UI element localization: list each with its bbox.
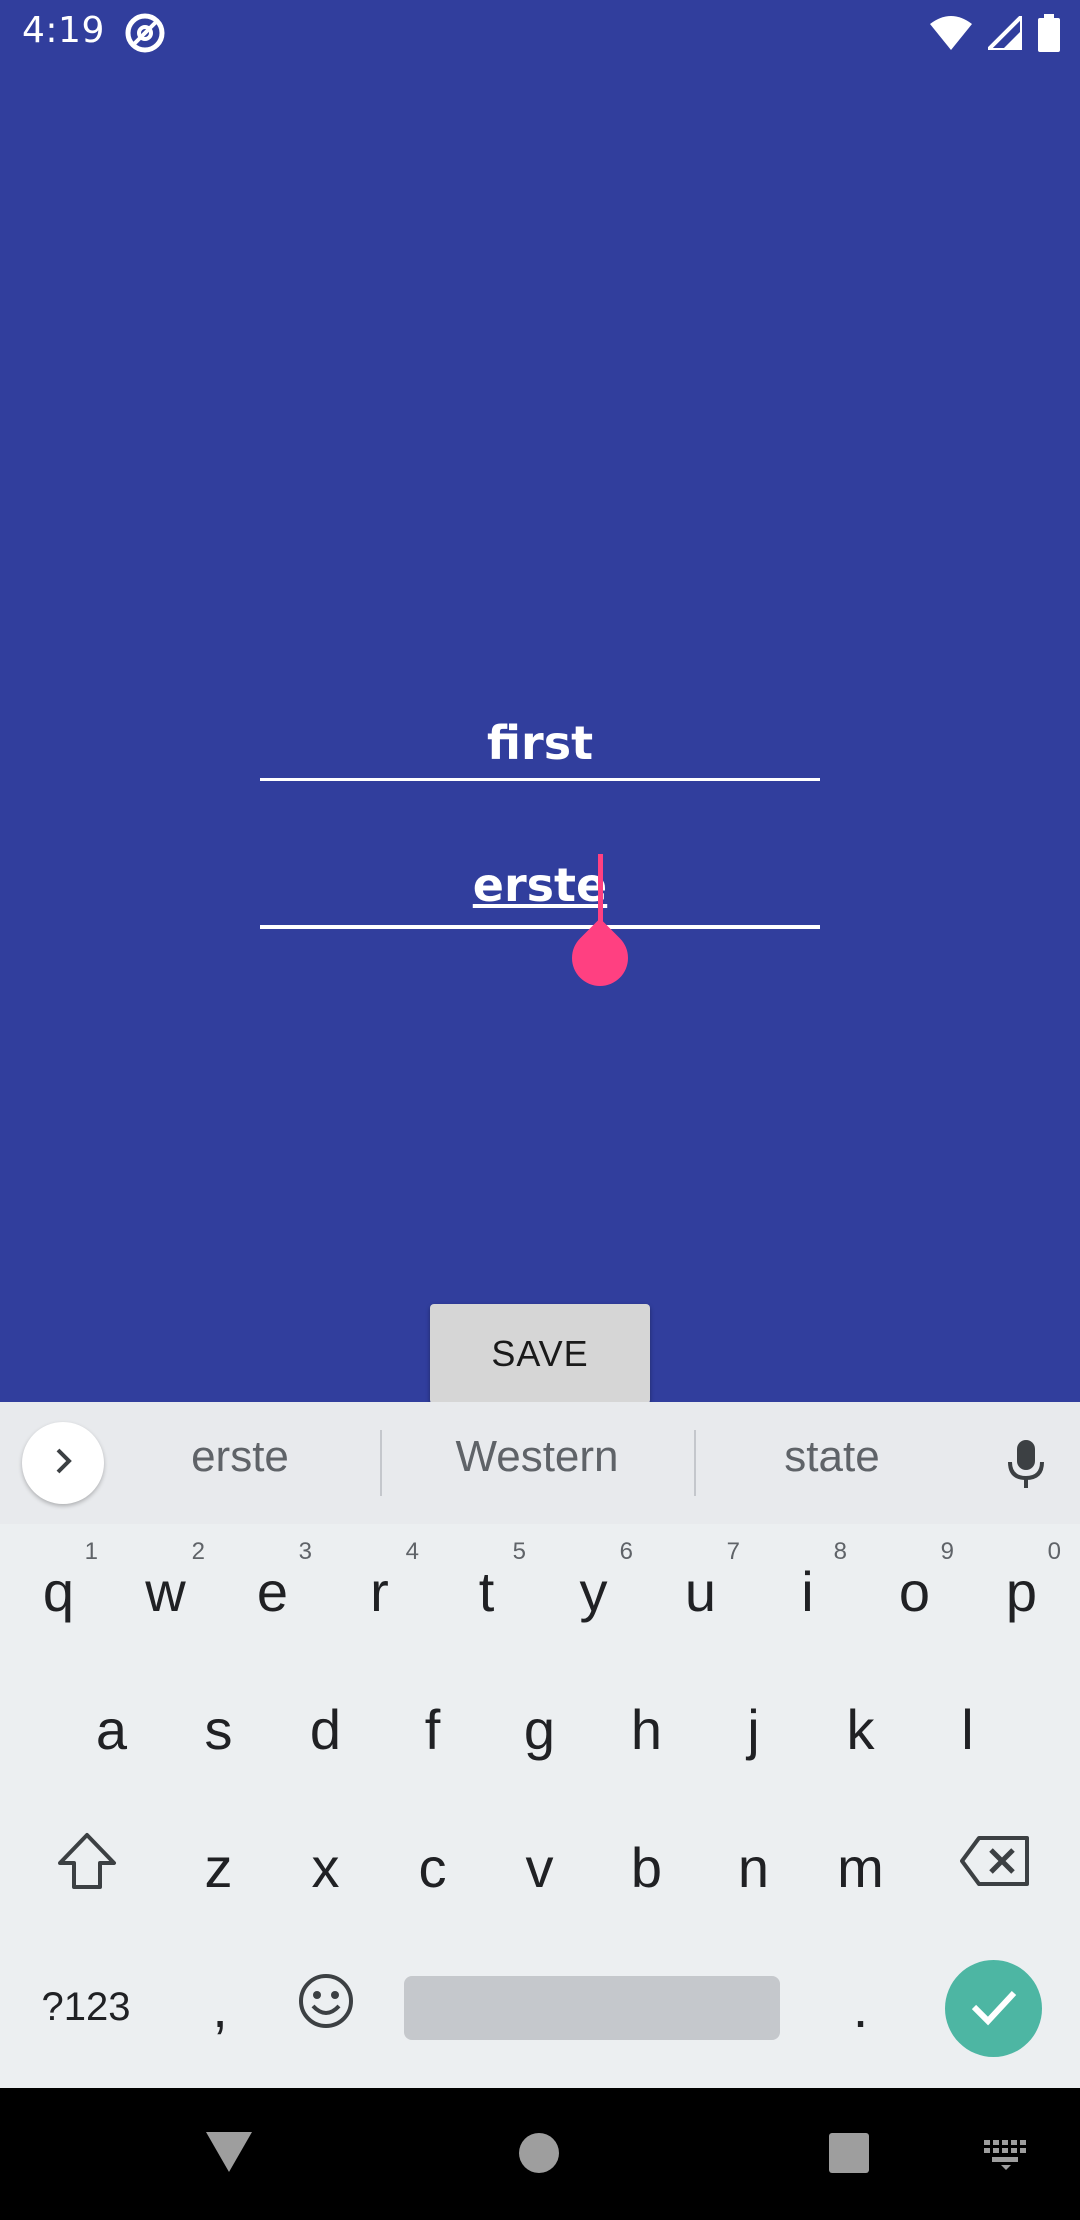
key-t[interactable]: t5 — [433, 1522, 540, 1660]
key-w[interactable]: w2 — [112, 1522, 219, 1660]
navigation-bar — [0, 2088, 1080, 2220]
key-x[interactable]: x — [272, 1798, 379, 1936]
home-icon[interactable] — [518, 2132, 560, 2178]
backspace-icon — [959, 1835, 1031, 1900]
key-r[interactable]: r4 — [326, 1522, 433, 1660]
cell-signal-icon — [983, 11, 1024, 54]
key-q[interactable]: q1 — [5, 1522, 112, 1660]
key-a[interactable]: a — [58, 1660, 165, 1798]
suggestion-strip: erste Western state — [0, 1402, 1080, 1524]
key-n[interactable]: n — [700, 1798, 807, 1936]
suggestion-divider — [380, 1430, 382, 1496]
key-p[interactable]: p0 — [968, 1522, 1075, 1660]
key-g[interactable]: g — [486, 1660, 593, 1798]
backspace-key[interactable] — [940, 1798, 1050, 1936]
key-b[interactable]: b — [593, 1798, 700, 1936]
translation-field[interactable]: erste — [260, 856, 820, 966]
key-h[interactable]: h — [593, 1660, 700, 1798]
key-v[interactable]: v — [486, 1798, 593, 1936]
key-j[interactable]: j — [700, 1660, 807, 1798]
suggestion-3[interactable]: state — [720, 1432, 944, 1482]
chevron-right-icon — [48, 1446, 78, 1480]
comma-key[interactable]: , — [166, 1938, 274, 2076]
key-o[interactable]: o9 — [861, 1522, 968, 1660]
period-key[interactable]: . — [807, 1938, 914, 2076]
key-u[interactable]: u7 — [647, 1522, 754, 1660]
key-i[interactable]: i8 — [754, 1522, 861, 1660]
emoji-key[interactable] — [272, 1938, 380, 2076]
key-f[interactable]: f — [379, 1660, 486, 1798]
key-y[interactable]: y6 — [540, 1522, 647, 1660]
key-z[interactable]: z — [165, 1798, 272, 1936]
shift-icon — [56, 1832, 118, 1903]
suggestion-divider — [694, 1430, 696, 1496]
first-field-underline — [260, 778, 820, 781]
checkmark-icon — [970, 1987, 1018, 2031]
symbols-key[interactable]: ?123 — [22, 1938, 150, 2076]
key-k[interactable]: k — [807, 1660, 914, 1798]
space-key[interactable] — [404, 1976, 780, 2040]
translation-field-underline — [260, 925, 820, 929]
status-time: 4:19 — [22, 10, 105, 51]
key-d[interactable]: d — [272, 1660, 379, 1798]
back-icon[interactable] — [204, 2130, 254, 2178]
shift-key[interactable] — [32, 1798, 142, 1936]
recents-icon[interactable] — [828, 2132, 870, 2178]
key-s[interactable]: s — [165, 1660, 272, 1798]
microphone-icon[interactable] — [998, 1436, 1054, 1492]
text-cursor — [598, 854, 603, 924]
app-notification-icon — [124, 12, 166, 54]
first-word-field[interactable]: first — [260, 712, 820, 812]
status-bar: 4:19 — [0, 0, 1080, 66]
soft-keyboard: erste Western state q1 w2 e3 r4 t5 y6 u7… — [0, 1402, 1080, 2088]
enter-key[interactable] — [945, 1960, 1042, 2057]
keyboard-switch-icon[interactable] — [984, 2140, 1028, 2174]
save-button[interactable]: SAVE — [430, 1304, 650, 1404]
key-c[interactable]: c — [379, 1798, 486, 1936]
translation-value: erste — [472, 858, 608, 912]
keyboard-expand-button[interactable] — [22, 1422, 104, 1504]
emoji-icon — [297, 1972, 355, 2043]
app-content: first erste — [0, 66, 1080, 1402]
first-word-value: first — [486, 716, 594, 770]
suggestion-1[interactable]: erste — [130, 1432, 350, 1482]
wifi-icon — [930, 16, 972, 54]
key-e[interactable]: e3 — [219, 1522, 326, 1660]
key-l[interactable]: l — [914, 1660, 1021, 1798]
key-m[interactable]: m — [807, 1798, 914, 1936]
suggestion-2[interactable]: Western — [400, 1432, 674, 1482]
battery-icon — [1038, 14, 1060, 56]
